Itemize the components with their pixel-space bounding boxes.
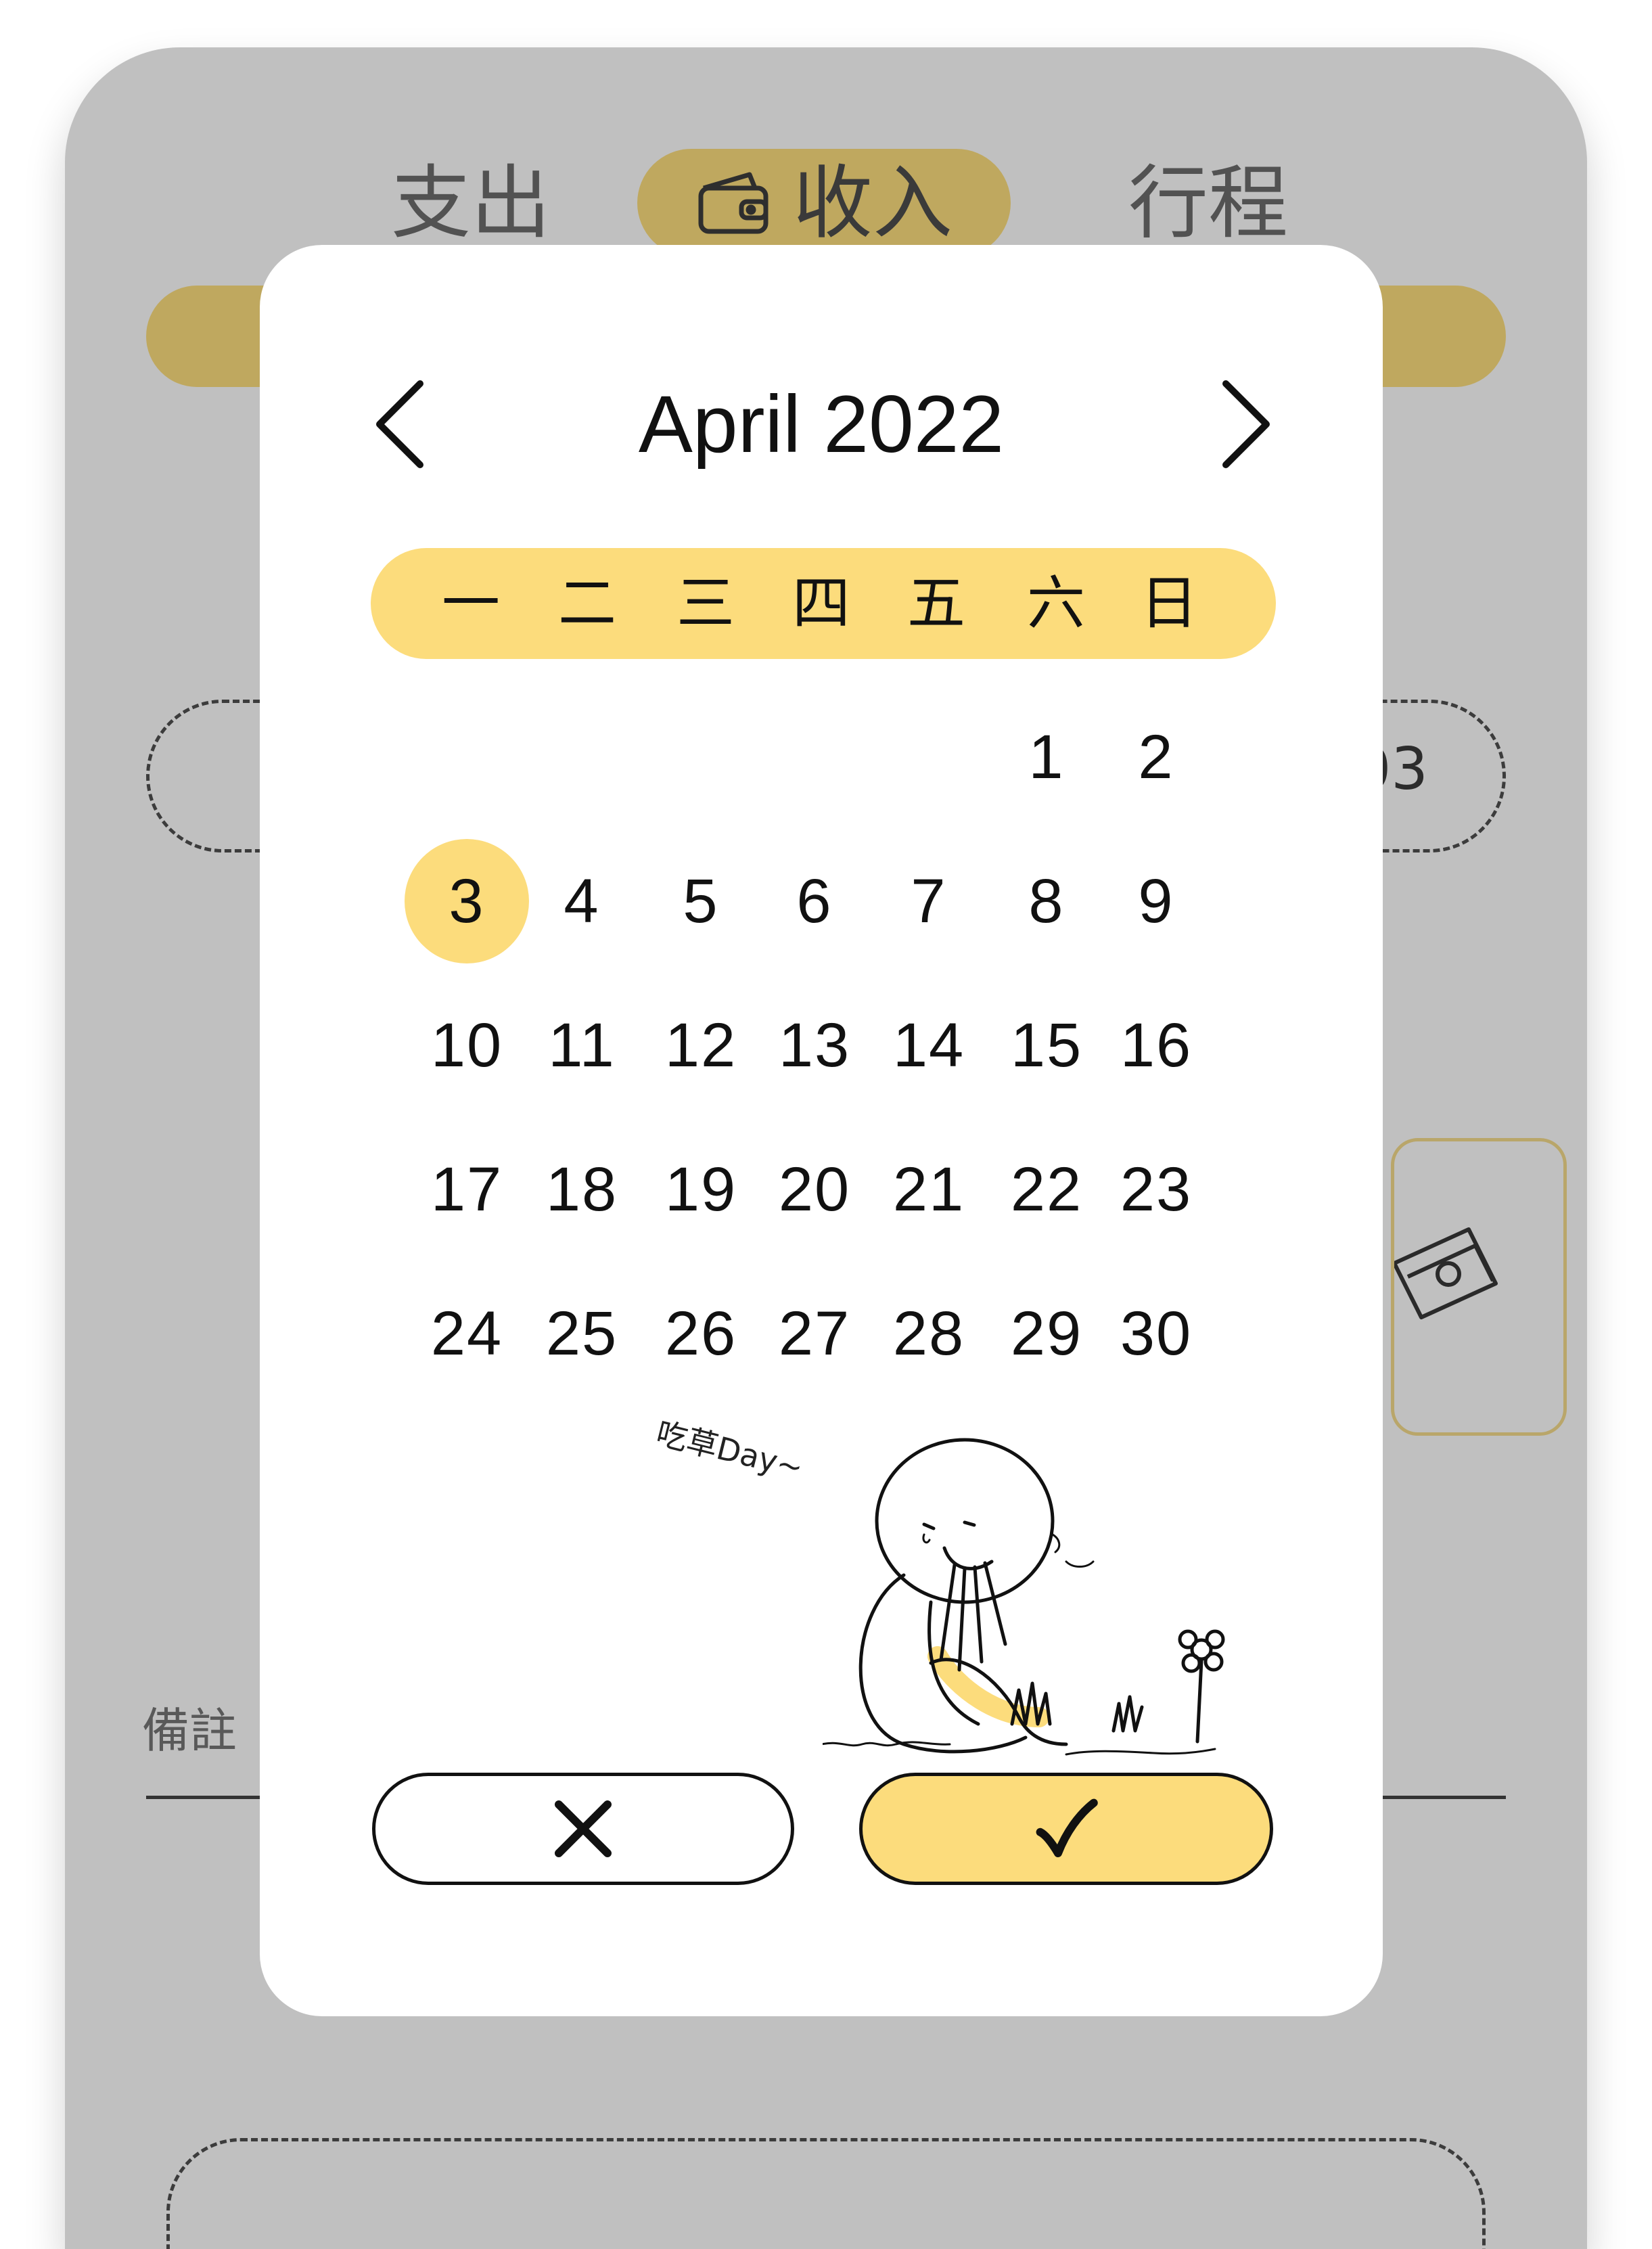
tab-trip[interactable]: 行程 (1100, 149, 1316, 257)
calendar-day[interactable]: 29 (984, 1271, 1109, 1396)
calendar-day[interactable]: 12 (639, 983, 763, 1108)
calendar-day[interactable]: 17 (405, 1127, 529, 1252)
cancel-button[interactable] (372, 1773, 794, 1885)
calendar-day[interactable]: 20 (752, 1127, 877, 1252)
weekday-label: 二 (558, 570, 616, 637)
weekday-label: 三 (676, 570, 735, 637)
calendar-day[interactable]: 9 (1094, 839, 1218, 963)
tab-expense-label: 支出 (390, 156, 551, 250)
confirm-button[interactable] (859, 1773, 1273, 1885)
selected-day[interactable]: 3 (405, 839, 529, 963)
weekday-label: 六 (1027, 570, 1085, 637)
calendar-day[interactable]: 1 (984, 695, 1109, 819)
calendar-day[interactable]: 5 (639, 839, 763, 963)
calendar-day[interactable]: 4 (520, 839, 644, 963)
calendar-day[interactable]: 26 (639, 1271, 763, 1396)
close-icon (555, 1800, 612, 1857)
weekday-label: 五 (907, 570, 965, 637)
month-title: April 2022 (638, 379, 1005, 470)
calendar-day[interactable]: 22 (984, 1127, 1109, 1252)
previous-month-button[interactable] (361, 373, 436, 475)
checkmark-icon (1036, 1798, 1098, 1857)
category-card[interactable] (1391, 1138, 1567, 1436)
calendar-day[interactable]: 28 (867, 1271, 991, 1396)
weekday-header: 一 二 三 四 五 六 日 (371, 548, 1276, 659)
date-picker-dialog: April 2022 一 二 三 四 五 六 日 1 2 3 4 5 6 7 8 9 10 11 12… (260, 245, 1383, 2016)
tab-trip-label: 行程 (1128, 156, 1288, 250)
money-icon (1394, 1227, 1498, 1319)
note-label: 備註 (142, 1703, 237, 1758)
next-month-button[interactable] (1210, 373, 1285, 475)
calendar-day[interactable]: 14 (867, 983, 991, 1108)
calendar-day[interactable]: 13 (752, 983, 877, 1108)
calendar-day[interactable]: 25 (520, 1271, 644, 1396)
wallet-icon (695, 169, 774, 237)
illustration-image (823, 1438, 1225, 1756)
calendar-day[interactable]: 18 (520, 1127, 644, 1252)
chevron-right-icon (1222, 380, 1270, 468)
chevron-left-icon (376, 380, 423, 468)
calendar-day[interactable]: 11 (520, 983, 644, 1108)
tab-income[interactable]: 收入 (637, 149, 1011, 257)
weekday-label: 一 (442, 570, 500, 637)
calendar-day[interactable]: 8 (984, 839, 1109, 963)
weekday-label: 日 (1140, 570, 1198, 637)
calendar-day[interactable]: 21 (867, 1127, 991, 1252)
calendar-day[interactable]: 15 (984, 983, 1109, 1108)
illustration-caption: 吃草Day~ (652, 1414, 807, 1486)
calendar-day[interactable]: 10 (405, 983, 529, 1108)
calendar-day[interactable]: 19 (639, 1127, 763, 1252)
calendar-day[interactable]: 7 (867, 839, 991, 963)
calendar-day[interactable]: 6 (752, 839, 877, 963)
weekday-label: 四 (792, 570, 850, 637)
calendar-day[interactable]: 24 (405, 1271, 529, 1396)
calendar-day[interactable]: 16 (1094, 983, 1218, 1108)
calendar-day[interactable]: 23 (1094, 1127, 1218, 1252)
calendar-day[interactable]: 27 (752, 1271, 877, 1396)
tab-expense[interactable]: 支出 (363, 149, 579, 257)
bottom-dashed-field[interactable] (166, 2138, 1486, 2249)
calendar-day[interactable]: 30 (1094, 1271, 1218, 1396)
tab-income-label: 收入 (792, 156, 953, 250)
calendar-day[interactable]: 2 (1094, 695, 1218, 819)
